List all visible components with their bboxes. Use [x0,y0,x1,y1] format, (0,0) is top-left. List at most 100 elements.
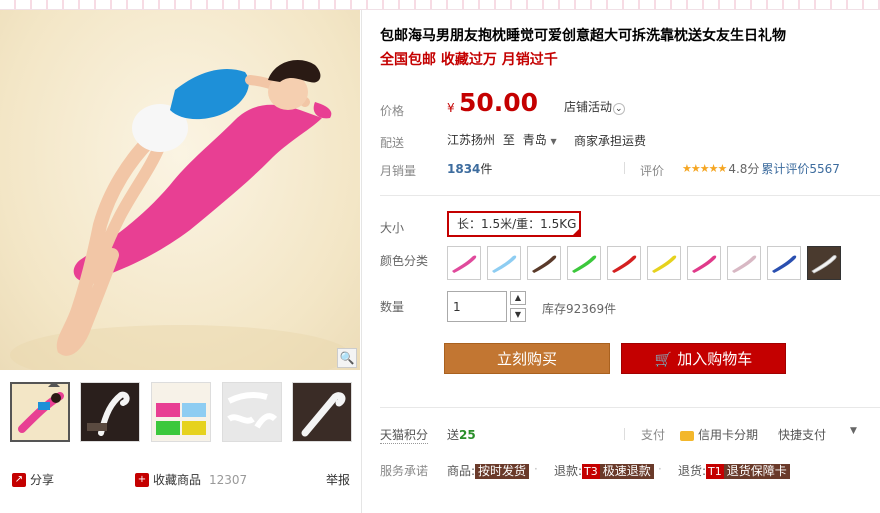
size-option-selected[interactable]: 长：1.5米/重：1.5KG [447,211,581,237]
add-to-cart-button[interactable]: 🛒 加入购物车 [621,343,786,374]
return-code-badge: T1 [706,464,724,479]
thumbnail-3[interactable] [151,382,211,442]
pillow-red-icon [612,255,637,273]
product-page: 🔍 ↗ 分享 + 收藏商品 12307 举报 包邮海马男朋友抱枕睡觉可爱创意超大… [0,10,880,513]
quick-pay-option[interactable]: 快捷支付 [778,426,826,443]
pillow-navy-icon [772,255,797,273]
share-label: 分享 [30,473,55,487]
service-label: 服务承诺 [380,464,429,478]
on-time-delivery-tag: 按时发货 [475,464,530,479]
shipping-to-word: 至 [502,133,515,147]
favorite-count: 12307 [209,472,248,487]
return-guarantee-tag: 退货保障卡 [723,464,790,479]
report-link[interactable]: 举报 [326,471,350,488]
shop-activity-dropdown[interactable]: 店铺活动 ⌄ [564,98,625,115]
quantity-decrease-icon[interactable]: ▼ [510,308,526,322]
points-label: 天猫积分 [380,428,429,444]
color-swatch-9[interactable] [767,246,801,280]
decorative-top-border [0,0,880,10]
favorite-button[interactable]: + 收藏商品 12307 [135,471,247,488]
color-swatch-3[interactable] [527,246,561,280]
shipping-to: 青岛 [522,133,547,147]
favorite-icon: + [135,472,149,487]
pillow-white-icon [811,255,837,274]
quantity-label: 数量 [380,300,405,314]
divider [380,407,880,408]
payment-label: 支付 [641,428,666,442]
color-swatch-8[interactable] [727,246,761,280]
add-to-cart-label: 加入购物车 [677,350,753,368]
points-number: 25 [459,428,476,442]
size-label: 大小 [380,221,405,235]
price-value: 50.00 [459,88,539,117]
product-photo-illustration [10,60,350,370]
color-swatch-5[interactable] [607,246,641,280]
sales-label: 月销量 [380,164,417,178]
pillow-pink-icon [452,255,477,273]
separator-dot: · [658,462,662,476]
pillow-green-icon [572,255,597,273]
product-info-panel: 包邮海马男朋友抱枕睡觉可爱创意超大可拆洗靠枕送女友生日礼物 全国包邮 收藏过万 … [362,10,880,513]
chevron-down-icon: ⌄ [613,103,625,115]
fast-refund-tag: 极速退款 [599,464,654,479]
shop-activity-label: 店铺活动 [564,100,613,114]
shipping-label: 配送 [380,136,405,150]
share-button[interactable]: ↗ 分享 [12,471,54,488]
pillow-lightblue-icon [492,255,517,273]
rating-stars-icon: ★★★★★ [682,162,727,175]
color-swatch-10[interactable] [807,246,841,280]
color-swatch-4[interactable] [567,246,601,280]
color-swatch-2[interactable] [487,246,521,280]
color-swatch-1[interactable] [447,246,481,280]
refund-code-badge: T3 [582,464,600,479]
credit-installment-option[interactable]: 信用卡分期 [680,426,758,443]
thumbnail-4[interactable] [222,382,282,442]
gallery-footer: ↗ 分享 + 收藏商品 12307 举报 [0,465,362,495]
color-swatch-7[interactable] [687,246,721,280]
quantity-increase-icon[interactable]: ▲ [510,291,526,305]
color-swatch-6[interactable] [647,246,681,280]
buy-now-button[interactable]: 立刻购买 [444,343,610,374]
divider [380,195,880,196]
review-summary[interactable]: ★★★★★ 4.8分 累计评价5567 [682,160,840,177]
pillow-yellow-icon [652,255,677,273]
return-label: 退货: [678,464,707,478]
sales-number: 1834 [447,162,481,176]
report-label: 举报 [326,473,351,487]
review-count: 累计评价5567 [761,162,840,176]
separator-dot: · [534,462,538,476]
share-icon: ↗ [12,472,26,487]
caret-down-icon: ▼ [550,137,557,146]
favorite-label: 收藏商品 [153,473,202,487]
stock-count: 库存92369件 [542,302,617,316]
review-label: 评价 [640,164,665,178]
credit-label: 信用卡分期 [698,428,759,442]
thumbnail-2[interactable] [80,382,140,442]
points-give: 送 [447,428,460,442]
thumbnail-1[interactable] [10,382,70,442]
service-return[interactable]: 退货: T1 退货保障卡 [678,462,790,479]
pillow-magenta-icon [692,255,717,273]
price-label: 价格 [380,104,405,118]
sales-unit: 件 [480,162,493,176]
chevron-down-icon[interactable]: ▼ [850,426,857,436]
zoom-icon[interactable]: 🔍 [337,348,357,368]
sales-count: 1834件 [447,160,492,177]
price-panel: 价格 ¥ 50.00 店铺活动 ⌄ 配送 江苏扬州 至 青岛 ▼ 商家承担运费 月… [362,74,880,194]
pillow-brown-icon [532,255,557,273]
main-product-image[interactable]: 🔍 [0,10,360,370]
service-refund[interactable]: 退款: T3 极速退款 [554,462,654,479]
thumbnail-5[interactable] [292,382,352,442]
quantity-input[interactable] [447,291,507,322]
service-goods[interactable]: 商品: 按时发货 [447,462,530,479]
credit-card-icon [680,430,694,441]
product-gallery: 🔍 ↗ 分享 + 收藏商品 12307 举报 [0,10,362,513]
refund-label: 退款: [554,464,583,478]
divider [624,162,625,174]
shipping-fee: 商家承担运费 [574,134,647,148]
rating-score: 4.8分 [728,162,760,176]
thumbnail-strip [0,378,362,444]
price-currency: ¥ [447,101,455,115]
shipping-route[interactable]: 江苏扬州 至 青岛 ▼ [447,131,557,148]
product-title: 包邮海马男朋友抱枕睡觉可爱创意超大可拆洗靠枕送女友生日礼物 [380,28,786,44]
